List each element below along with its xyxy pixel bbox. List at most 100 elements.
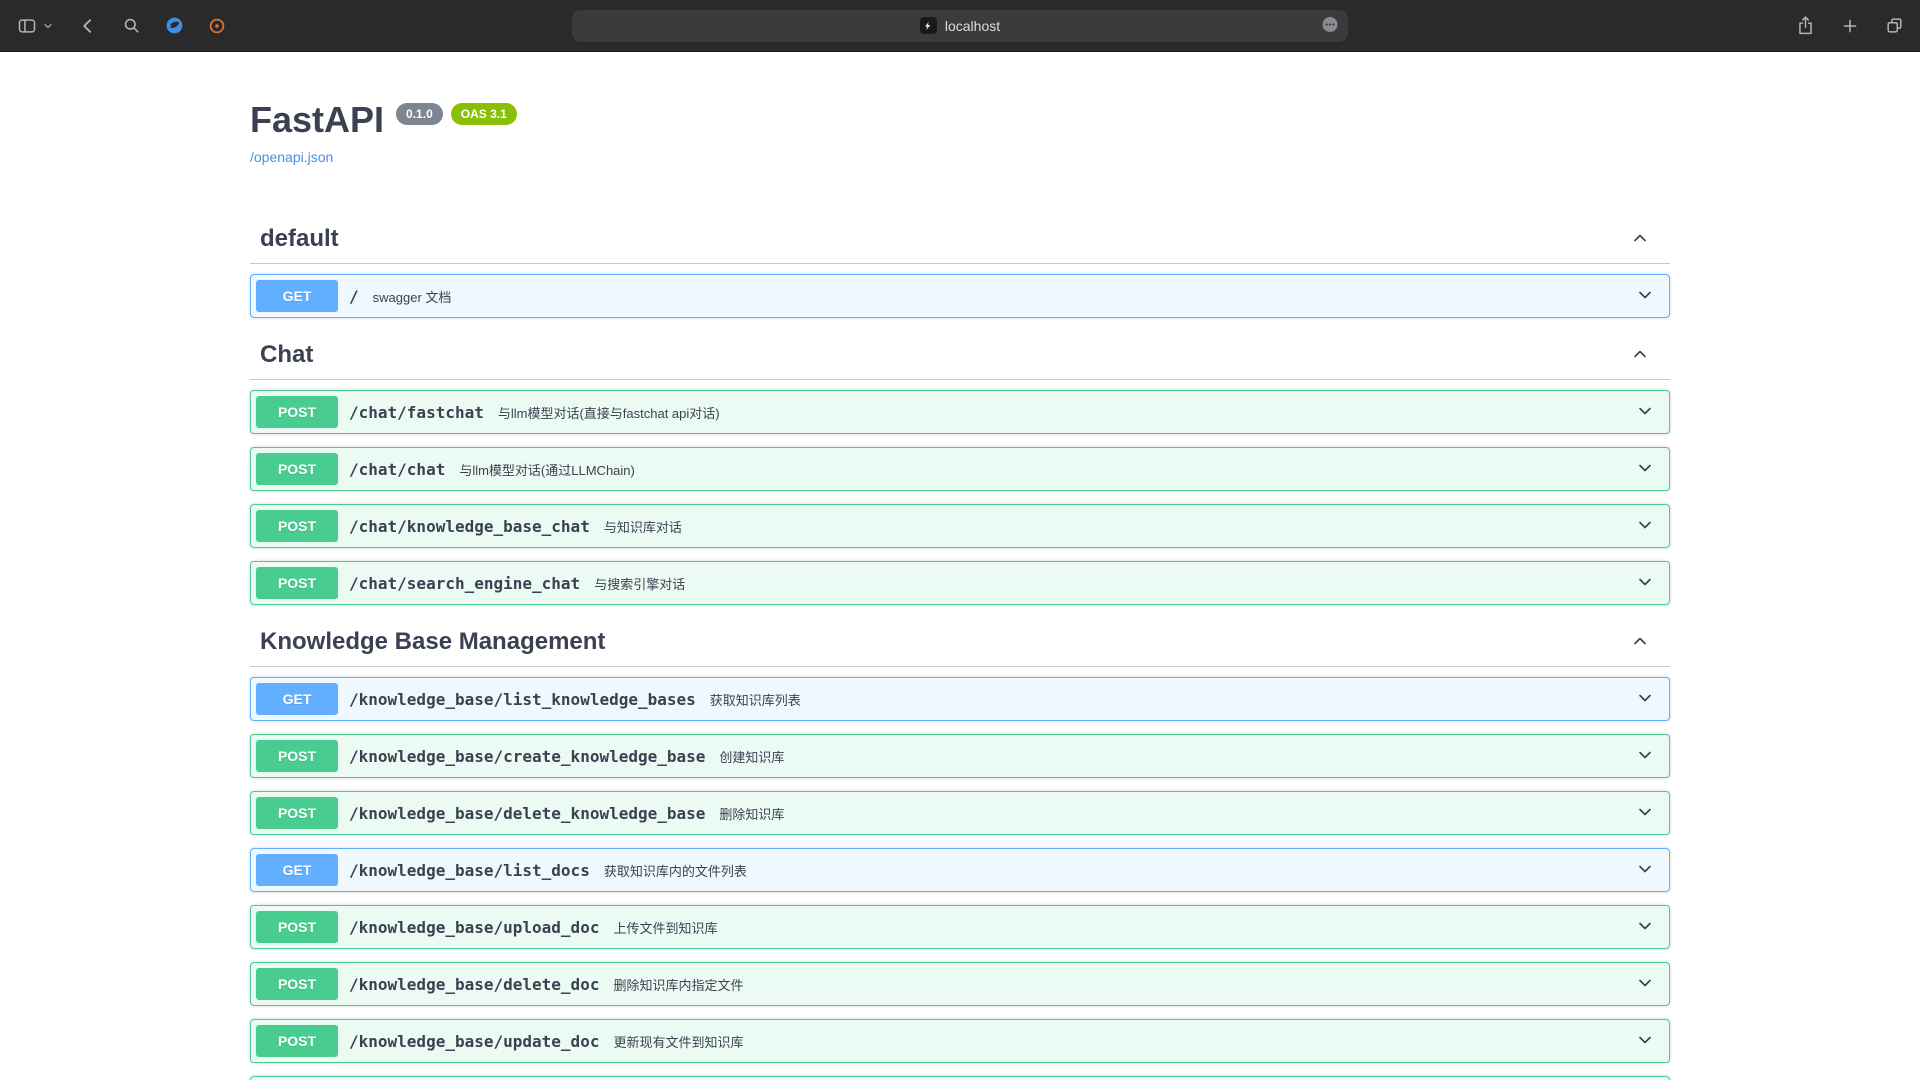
chevron-down-icon — [1635, 401, 1655, 424]
address-bar[interactable]: localhost — [572, 10, 1348, 42]
operation-description: 更新现有文件到知识库 — [613, 1032, 743, 1051]
openapi-spec-link[interactable]: /openapi.json — [250, 149, 333, 165]
tab-overview-button[interactable] — [1885, 16, 1904, 35]
api-section: Chat POST /chat/fastchat 与llm模型对话(直接与fas… — [250, 331, 1670, 605]
method-badge: POST — [256, 396, 338, 428]
operation-row: POST /knowledge_base/recreate_vector_sto… — [250, 1076, 1670, 1080]
sidebar-toggle-button[interactable] — [16, 16, 54, 36]
section-collapse-button[interactable] — [1630, 344, 1650, 367]
operation-path: / — [349, 287, 359, 306]
section-collapse-button[interactable] — [1630, 228, 1650, 251]
operation-expand-button[interactable] — [1635, 745, 1655, 768]
section-body: GET /knowledge_base/list_knowledge_bases… — [250, 667, 1670, 1080]
operation-path: /chat/search_engine_chat — [349, 574, 580, 593]
operation-description: swagger 文档 — [373, 287, 452, 306]
section-body: GET / swagger 文档 — [250, 264, 1670, 318]
operation-expand-button[interactable] — [1635, 688, 1655, 711]
page-menu-ellipsis-icon — [1321, 15, 1339, 36]
record-extension-button[interactable] — [208, 17, 226, 35]
page-menu-button[interactable] — [1321, 15, 1339, 36]
section-header[interactable]: Chat — [250, 331, 1670, 380]
bird-extension-button[interactable] — [165, 16, 184, 35]
operation-summary[interactable]: POST /knowledge_base/upload_doc 上传文件到知识库 — [251, 906, 1669, 948]
search-button[interactable] — [122, 16, 141, 35]
operation-summary[interactable]: GET /knowledge_base/list_knowledge_bases… — [251, 678, 1669, 720]
operation-row: GET / swagger 文档 — [250, 274, 1670, 318]
operation-summary[interactable]: POST /knowledge_base/create_knowledge_ba… — [251, 735, 1669, 777]
operation-path: /chat/fastchat — [349, 403, 484, 422]
section-title: Knowledge Base Management — [260, 628, 605, 656]
section-header[interactable]: Knowledge Base Management — [250, 618, 1670, 667]
operation-summary[interactable]: POST /chat/chat 与llm模型对话(通过LLMChain) — [251, 448, 1669, 490]
operation-summary[interactable]: POST /knowledge_base/delete_knowledge_ba… — [251, 792, 1669, 834]
operation-expand-button[interactable] — [1635, 515, 1655, 538]
operation-expand-button[interactable] — [1635, 802, 1655, 825]
api-sections: default GET / swagger 文档 — [250, 215, 1670, 1080]
chevron-down-icon — [1635, 802, 1655, 825]
operation-row: POST /knowledge_base/delete_doc 删除知识库内指定… — [250, 962, 1670, 1006]
operation-path: /chat/knowledge_base_chat — [349, 517, 590, 536]
operation-description: 上传文件到知识库 — [613, 918, 717, 937]
address-bar-content: localhost — [920, 17, 1000, 34]
bird-extension-icon — [165, 16, 184, 35]
share-button[interactable] — [1796, 15, 1815, 36]
api-section: Knowledge Base Management GET /knowledge… — [250, 618, 1670, 1080]
method-badge: POST — [256, 1025, 338, 1057]
chevron-down-icon — [1635, 285, 1655, 308]
toolbar-right-group — [1796, 15, 1904, 36]
back-button[interactable] — [78, 16, 98, 36]
method-badge: POST — [256, 510, 338, 542]
swagger-wrapper: FastAPI 0.1.0 OAS 3.1 /openapi.json defa… — [230, 52, 1690, 1080]
method-badge: GET — [256, 683, 338, 715]
operation-expand-button[interactable] — [1635, 572, 1655, 595]
version-badge: 0.1.0 — [396, 103, 443, 125]
section-header[interactable]: default — [250, 215, 1670, 264]
method-badge: GET — [256, 854, 338, 886]
chevron-down-icon — [1635, 973, 1655, 996]
operation-expand-button[interactable] — [1635, 973, 1655, 996]
url-text: localhost — [945, 18, 1000, 34]
chevron-down-icon — [1635, 572, 1655, 595]
chevron-down-icon — [1635, 515, 1655, 538]
operation-expand-button[interactable] — [1635, 859, 1655, 882]
operation-summary[interactable]: POST /knowledge_base/delete_doc 删除知识库内指定… — [251, 963, 1669, 1005]
operation-summary[interactable]: GET / swagger 文档 — [251, 275, 1669, 317]
operation-row: POST /knowledge_base/update_doc 更新现有文件到知… — [250, 1019, 1670, 1063]
operation-description: 获取知识库列表 — [710, 690, 801, 709]
operation-expand-button[interactable] — [1635, 916, 1655, 939]
operation-summary[interactable]: POST /chat/search_engine_chat 与搜索引擎对话 — [251, 562, 1669, 604]
chevron-up-icon — [1630, 344, 1650, 367]
chevron-down-icon — [1635, 916, 1655, 939]
operation-expand-button[interactable] — [1635, 401, 1655, 424]
record-extension-icon — [208, 17, 226, 35]
new-tab-button[interactable] — [1841, 17, 1859, 35]
operation-path: /knowledge_base/update_doc — [349, 1032, 599, 1051]
operation-row: POST /knowledge_base/create_knowledge_ba… — [250, 734, 1670, 778]
operation-expand-button[interactable] — [1635, 458, 1655, 481]
operation-summary[interactable]: POST /chat/knowledge_base_chat 与知识库对话 — [251, 505, 1669, 547]
operation-summary[interactable]: POST /knowledge_base/update_doc 更新现有文件到知… — [251, 1020, 1669, 1062]
operation-path: /knowledge_base/list_docs — [349, 861, 590, 880]
operation-row: GET /knowledge_base/list_docs 获取知识库内的文件列… — [250, 848, 1670, 892]
chevron-left-icon — [78, 16, 98, 36]
operation-row: POST /chat/search_engine_chat 与搜索引擎对话 — [250, 561, 1670, 605]
method-badge: POST — [256, 453, 338, 485]
operation-row: POST /knowledge_base/delete_knowledge_ba… — [250, 791, 1670, 835]
sidebar-icon — [16, 16, 38, 36]
section-title: Chat — [260, 341, 313, 369]
oas-badge: OAS 3.1 — [451, 103, 517, 125]
operation-summary[interactable]: POST /chat/fastchat 与llm模型对话(直接与fastchat… — [251, 391, 1669, 433]
chevron-down-icon — [1635, 859, 1655, 882]
operation-expand-button[interactable] — [1635, 1030, 1655, 1053]
operation-description: 删除知识库内指定文件 — [613, 975, 743, 994]
method-badge: GET — [256, 280, 338, 312]
operation-expand-button[interactable] — [1635, 285, 1655, 308]
operation-description: 创建知识库 — [719, 747, 784, 766]
operation-description: 与llm模型对话(通过LLMChain) — [459, 460, 635, 479]
page-content: FastAPI 0.1.0 OAS 3.1 /openapi.json defa… — [0, 52, 1920, 1080]
operation-path: /knowledge_base/delete_doc — [349, 975, 599, 994]
operation-description: 获取知识库内的文件列表 — [604, 861, 747, 880]
section-collapse-button[interactable] — [1630, 631, 1650, 654]
operation-summary[interactable]: GET /knowledge_base/list_docs 获取知识库内的文件列… — [251, 849, 1669, 891]
chevron-down-icon — [1635, 745, 1655, 768]
